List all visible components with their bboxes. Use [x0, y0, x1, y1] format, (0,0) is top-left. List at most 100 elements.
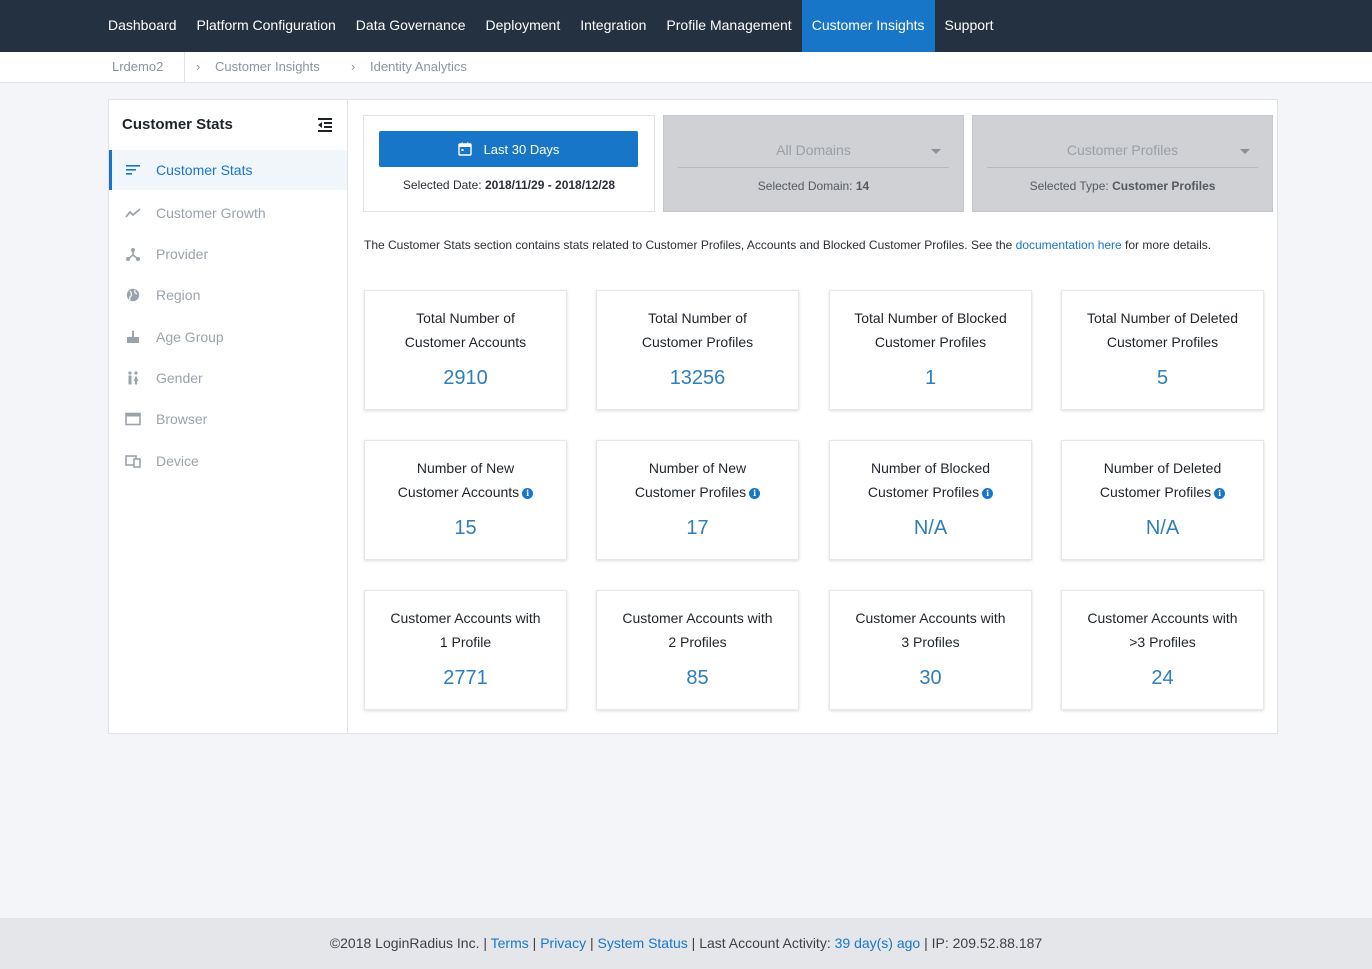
description-text: The Customer Stats section contains stat… [364, 238, 1016, 252]
description-text-end: for more details. [1121, 238, 1212, 252]
sidebar-item-customer-growth[interactable]: Customer Growth [109, 193, 347, 233]
content-area: Last 30 Days Selected Date: 2018/11/29 -… [349, 100, 1277, 733]
breadcrumb-app[interactable]: Lrdemo2 [112, 52, 163, 82]
info-icon[interactable]: i [749, 488, 761, 499]
sidebar-item-label: Gender [156, 370, 203, 386]
stat-card: Customer Accounts with 3 Profiles 30 [829, 590, 1032, 710]
stat-card-title: Customer Accounts with 1 Profile [371, 606, 560, 654]
stat-card-title: Number of Blocked Customer Profiles i [836, 456, 1025, 504]
nav-deployment[interactable]: Deployment [476, 0, 571, 52]
stat-card-title-line1: Customer Accounts with [390, 610, 541, 626]
chevron-right-icon: › [351, 59, 356, 74]
stat-card-title-line2: Customer Profiles [641, 334, 754, 350]
stat-card: Number of New Customer Profiles i 17 [596, 440, 799, 560]
breadcrumb-customer-insights[interactable]: Customer Insights [215, 52, 320, 82]
provider-network-icon [126, 248, 140, 261]
sidebar-item-provider[interactable]: Provider [109, 234, 347, 274]
privacy-link[interactable]: Privacy [540, 935, 586, 951]
stat-card-value: 15 [454, 517, 477, 539]
sidebar-item-gender[interactable]: Gender [109, 358, 347, 398]
selected-type-value: Customer Profiles [1112, 179, 1216, 193]
globe-icon [126, 288, 140, 302]
sidebar-item-region[interactable]: Region [109, 275, 347, 315]
info-icon[interactable]: i [522, 488, 534, 499]
stat-card-title: Number of New Customer Accounts i [371, 456, 560, 504]
stat-card-title-line1: Total Number of Deleted [1087, 310, 1238, 326]
stat-card-title-line1: Total Number of [648, 310, 747, 326]
stat-card-value: 24 [1151, 667, 1174, 689]
info-icon[interactable]: i [1214, 488, 1226, 499]
sidebar-item-label: Region [156, 287, 201, 303]
type-filter-box: Customer Profiles Selected Type: Custome… [972, 115, 1273, 212]
sidebar-item-browser[interactable]: Browser [109, 399, 347, 439]
terms-link[interactable]: Terms [491, 935, 529, 951]
type-select-value: Customer Profiles [1066, 142, 1179, 158]
sidebar-item-label: Provider [156, 246, 209, 262]
selected-type: Selected Type: Customer Profiles [973, 179, 1272, 193]
selected-domain: Selected Domain: 14 [664, 179, 963, 193]
footer: ©2018 LoginRadius Inc. | Terms | Privacy… [0, 918, 1372, 969]
sidebar-item-label: Age Group [156, 329, 224, 345]
stat-card-title-line1: Number of Blocked [870, 460, 991, 476]
breadcrumb: Lrdemo2 › Customer Insights › Identity A… [0, 52, 1372, 83]
domain-select[interactable]: All Domains [678, 136, 949, 168]
stat-card-title-line2: >3 Profiles [1129, 634, 1196, 650]
stat-card-title: Total Number of Blocked Customer Profiles [836, 306, 1025, 354]
stat-card-title: Total Number of Customer Accounts [371, 306, 560, 354]
stat-card: Customer Accounts with 1 Profile 2771 [364, 590, 567, 710]
trend-line-icon [125, 208, 141, 218]
selected-date-value: 2018/11/29 - 2018/12/28 [484, 178, 616, 192]
sidebar-item-customer-stats[interactable]: Customer Stats [109, 150, 347, 190]
sidebar-item-device[interactable]: Device [109, 441, 347, 481]
top-nav: Dashboard Platform Configuration Data Go… [0, 0, 1372, 52]
collapse-menu-icon[interactable] [317, 117, 333, 133]
nav-dashboard[interactable]: Dashboard [98, 0, 187, 52]
domain-filter-box: All Domains Selected Domain: 14 [663, 115, 964, 212]
domain-select-value: All Domains [776, 142, 851, 158]
date-range-label: Last 30 Days [483, 141, 560, 157]
system-status-link[interactable]: System Status [598, 935, 688, 951]
info-icon[interactable]: i [982, 488, 994, 499]
stat-card-value: 2910 [443, 367, 488, 389]
stat-card: Total Number of Blocked Customer Profiles… [829, 290, 1032, 410]
stat-card-title-line1: Customer Accounts with [855, 610, 1006, 626]
sidebar-item-label: Customer Growth [156, 205, 266, 221]
nav-data-governance[interactable]: Data Governance [346, 0, 476, 52]
nav-platform-configuration[interactable]: Platform Configuration [187, 0, 346, 52]
stat-card: Number of Deleted Customer Profiles i N/A [1061, 440, 1264, 560]
stat-card-title: Total Number of Deleted Customer Profiles [1068, 306, 1257, 354]
selected-type-label: Selected Type: [1029, 179, 1113, 193]
breadcrumb-divider [184, 52, 185, 82]
stat-card-title-line1: Customer Accounts with [1087, 610, 1238, 626]
last-activity-link[interactable]: 39 day(s) ago [835, 935, 921, 951]
stat-card-title-line2: Customer Accounts [397, 484, 520, 500]
stat-card-title-line2: Customer Profiles [634, 484, 747, 500]
nav-integration[interactable]: Integration [570, 0, 656, 52]
footer-separator: | [586, 935, 598, 951]
stat-card-value: 85 [686, 667, 709, 689]
sidebar: Customer Stats Customer Stats Customer G… [109, 100, 348, 733]
stat-card-value: 17 [686, 517, 709, 539]
stat-card-title: Customer Accounts with 3 Profiles [836, 606, 1025, 654]
nav-support[interactable]: Support [935, 0, 1004, 52]
caret-down-icon [1240, 149, 1250, 154]
nav-profile-management[interactable]: Profile Management [656, 0, 801, 52]
stat-card-title-line2: Customer Profiles [1099, 484, 1212, 500]
stat-card-title-line2: 3 Profiles [901, 634, 960, 650]
stat-card-title-line2: 2 Profiles [668, 634, 727, 650]
nav-customer-insights[interactable]: Customer Insights [801, 0, 935, 52]
devices-icon [125, 455, 141, 468]
sidebar-item-age-group[interactable]: Age Group [109, 317, 347, 357]
date-range-button[interactable]: Last 30 Days [379, 131, 638, 167]
documentation-link[interactable]: documentation here [1016, 238, 1122, 252]
selected-date-label: Selected Date: [402, 178, 485, 192]
stat-card-value: 1 [924, 367, 937, 389]
sidebar-item-label: Browser [156, 411, 208, 427]
stat-card-value: N/A [1145, 517, 1180, 539]
stats-lines-icon [126, 165, 140, 175]
sidebar-title: Customer Stats [122, 116, 233, 133]
breadcrumb-identity-analytics: Identity Analytics [370, 59, 467, 74]
selected-domain-value: 14 [855, 179, 870, 193]
stat-card-title: Number of Deleted Customer Profiles i [1068, 456, 1257, 504]
type-select[interactable]: Customer Profiles [987, 136, 1258, 168]
